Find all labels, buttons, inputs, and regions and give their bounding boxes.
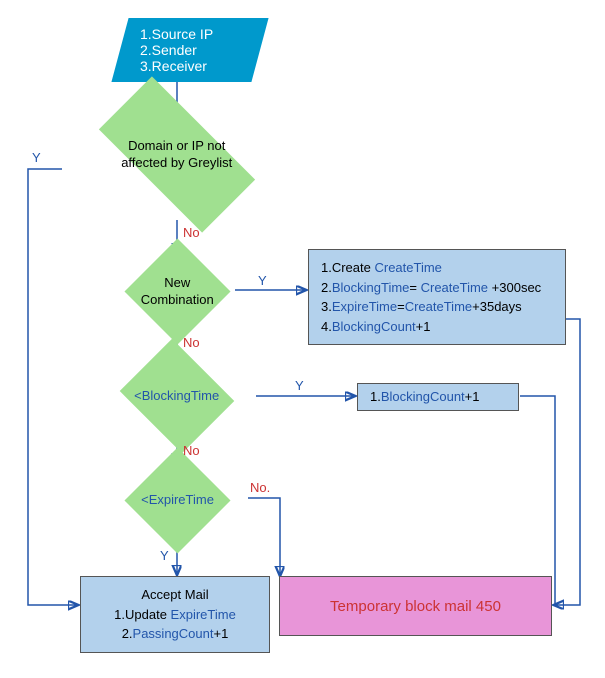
- decision-greylist: Domain or IP not affected by Greylist: [99, 76, 255, 232]
- label-no-blocking: No: [183, 443, 200, 458]
- process-create-l3: 3.ExpireTime=CreateTime+35days: [321, 297, 553, 317]
- start-node: 1.Source IP 2.Sender 3.Receiver: [111, 18, 268, 82]
- decision-expire-time: <ExpireTime: [124, 447, 230, 553]
- process-create-l1: 1.Create CreateTime: [321, 258, 553, 278]
- decision-blocking-time: <BlockingTime: [120, 339, 235, 454]
- decision-expire-time-text: <ExpireTime: [140, 492, 215, 509]
- process-temporary-block: Temporary block mail 450: [279, 576, 552, 636]
- label-y-greylist: Y: [32, 150, 41, 165]
- start-line2: 2.Sender: [140, 42, 213, 58]
- accept-l2: 2.PassingCount+1: [93, 624, 257, 644]
- accept-title: Accept Mail: [93, 585, 257, 605]
- label-no-greylist: No: [183, 225, 200, 240]
- label-no-newcombo: No: [183, 335, 200, 350]
- start-line3: 3.Receiver: [140, 58, 213, 74]
- process-blocking-l1: 1.BlockingCount+1: [370, 387, 480, 407]
- block-text: Temporary block mail 450: [330, 598, 501, 615]
- decision-greylist-text: Domain or IP not affected by Greylist: [104, 138, 250, 172]
- decision-new-combination-text: New Combination: [140, 275, 215, 309]
- accept-l1: 1.Update ExpireTime: [93, 605, 257, 625]
- process-create-l2: 2.BlockingTime= CreateTime +300sec: [321, 278, 553, 298]
- label-y-expire: Y: [160, 548, 169, 563]
- label-y-blocking: Y: [295, 378, 304, 393]
- decision-new-combination: New Combination: [124, 238, 230, 344]
- decision-blocking-time-text: <BlockingTime: [133, 388, 221, 405]
- process-create-l4: 4.BlockingCount+1: [321, 317, 553, 337]
- process-accept-mail: Accept Mail 1.Update ExpireTime 2.Passin…: [80, 576, 270, 653]
- label-y-newcombo: Y: [258, 273, 267, 288]
- process-blocking-count: 1.BlockingCount+1: [357, 383, 519, 411]
- start-line1: 1.Source IP: [140, 26, 213, 42]
- process-create: 1.Create CreateTime 2.BlockingTime= Crea…: [308, 249, 566, 345]
- label-no-expire: No.: [250, 480, 270, 495]
